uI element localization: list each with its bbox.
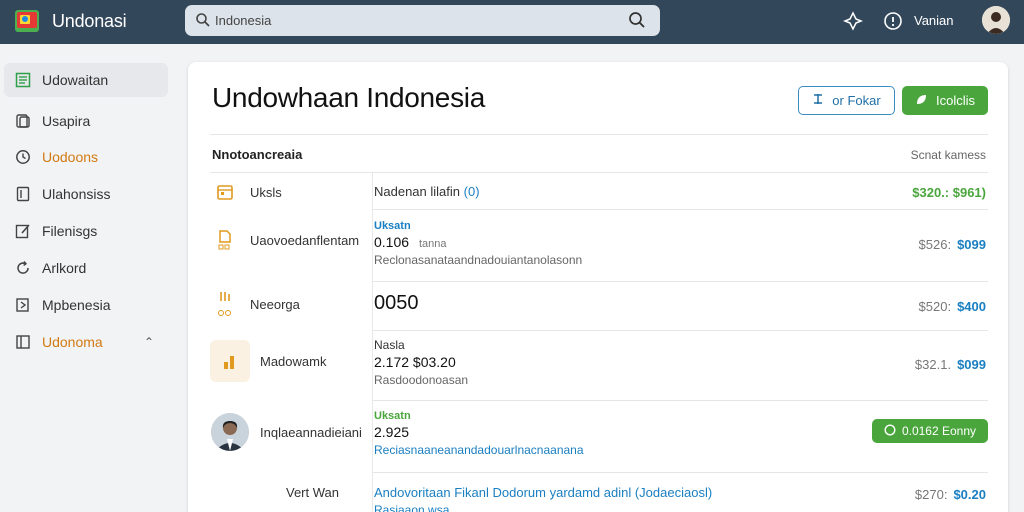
check-circle-icon — [884, 423, 896, 439]
search-input[interactable] — [215, 5, 615, 36]
filter-button[interactable]: or Fokar — [798, 86, 895, 115]
status-badge[interactable]: 0.0162 Eonny — [871, 419, 988, 443]
sidebar-item-ulahonsiss[interactable]: Ulahonsiss — [4, 177, 168, 211]
row-main: 0050 — [374, 292, 419, 314]
app-title: Undonasi — [52, 11, 127, 31]
bar-chart-icon — [210, 340, 250, 382]
leaf-icon — [915, 93, 928, 109]
row-name: Uksls — [250, 184, 282, 200]
divider — [372, 281, 988, 282]
row-price-old: $526: — [918, 237, 952, 252]
sidebar-item-uodoons[interactable]: Uodoons — [4, 140, 168, 174]
sidebar-item-label: Uodoons — [42, 149, 99, 165]
sidebar-item-udowaitan[interactable]: Udowaitan — [4, 63, 168, 97]
filter-icon — [812, 93, 824, 108]
user-name[interactable]: Vanian — [914, 13, 954, 28]
main-card: Undowhaan Indonesia or Fokar Icolclis Nn… — [188, 62, 1008, 512]
filter-button-label: or Fokar — [832, 93, 881, 108]
document-icon — [210, 229, 240, 251]
row-price-old: $270: — [914, 487, 948, 502]
refresh-icon — [14, 259, 32, 277]
sidebar-item-label: Usapira — [42, 113, 91, 129]
row-sub[interactable]: Rasiaaon wsa — [374, 503, 712, 512]
clock-icon — [14, 148, 32, 166]
sidebar: Udowaitan Usapira Uodoons Ulahonsiss Fil… — [0, 44, 178, 512]
row-price-old: $520: — [918, 299, 952, 314]
folder-icon — [14, 296, 32, 314]
row-name: Vert Wan — [286, 485, 339, 500]
section-title: Nnotoancreaia — [212, 147, 303, 162]
user-avatar[interactable] — [982, 6, 1010, 34]
row-price: $320.: $961) — [912, 185, 986, 200]
sidebar-item-filenisgs[interactable]: Filenisgs — [4, 214, 168, 248]
row-name: Neeorga — [250, 296, 300, 312]
search-bar[interactable] — [185, 5, 660, 36]
top-bar: Undonasi Vanian — [0, 0, 1024, 44]
row-sub: Rasdoodonoasan — [374, 373, 469, 387]
row-count: (0) — [463, 184, 480, 199]
row-main: 2.925 — [374, 424, 410, 440]
row-name: Madowamk — [260, 353, 327, 369]
file-icon — [210, 289, 240, 319]
tag-icon — [14, 112, 32, 130]
primary-action-label: Icolclis — [935, 93, 975, 108]
row-main: Nadenan lilafin — [374, 184, 461, 199]
row-price-new: $0.20 — [953, 487, 986, 502]
sidebar-item-label: Udonoma — [42, 334, 103, 350]
divider — [372, 209, 988, 210]
row-main[interactable]: Andovoritaan Fikanl Dodorum yardamd adin… — [374, 485, 712, 500]
row-price-new: $400 — [957, 299, 986, 314]
avatar — [210, 413, 250, 451]
settings-icon[interactable] — [842, 10, 864, 32]
row-tag: Uksatn — [374, 220, 411, 232]
row-note: tanna — [418, 238, 447, 250]
sidebar-item-label: Ulahonsiss — [42, 186, 111, 202]
column-divider — [372, 173, 373, 512]
divider — [210, 134, 988, 135]
status-badge-label: 0.0162 Eonny — [901, 424, 976, 438]
sidebar-item-label: Udowaitan — [42, 72, 109, 88]
row-sub: Reclonasanataandnadouiantanolasonn — [374, 253, 583, 267]
row-price-new: $099 — [957, 237, 986, 252]
divider — [372, 472, 988, 473]
row-main: 0.106 — [374, 234, 410, 250]
help-icon[interactable] — [882, 10, 904, 32]
plus-box-icon — [14, 333, 32, 351]
row-name: Uaovoedanflentam — [250, 232, 360, 248]
divider — [210, 172, 988, 173]
row-tag: Nasla — [374, 338, 405, 352]
list-icon — [14, 71, 32, 89]
sort-label[interactable]: Scnat kamess — [911, 148, 986, 162]
primary-action-button[interactable]: Icolclis — [902, 86, 988, 115]
edit-icon — [14, 222, 32, 240]
divider — [372, 400, 988, 401]
sidebar-item-usapira[interactable]: Usapira — [4, 104, 168, 138]
search-submit-icon[interactable] — [628, 11, 646, 34]
calendar-icon — [210, 183, 240, 201]
row-name: Inqlaeannadieiani — [260, 424, 362, 440]
chevron-up-icon[interactable]: ⌃ — [144, 335, 154, 349]
row-tag: Uksatn — [374, 410, 411, 422]
document-icon — [14, 185, 32, 203]
search-icon — [195, 12, 211, 33]
divider — [372, 330, 988, 331]
sidebar-item-udonoma[interactable]: Udonoma ⌃ — [4, 325, 168, 359]
sidebar-item-label: Filenisgs — [42, 223, 98, 239]
row-price-new: $099 — [957, 357, 986, 372]
row-price-old: $32.1. — [914, 357, 952, 372]
row-main: 2.172 $03.20 — [374, 354, 456, 370]
sidebar-item-label: Mpbenesia — [42, 297, 111, 313]
sidebar-item-label: Arlkord — [42, 260, 87, 276]
sidebar-item-mpbenesia[interactable]: Mpbenesia — [4, 288, 168, 322]
app-logo-icon[interactable] — [14, 9, 40, 33]
sidebar-item-arlkord[interactable]: Arlkord — [4, 251, 168, 285]
row-sub[interactable]: Reciasnaaneanandadouarlnacnaanana — [374, 443, 584, 457]
page-title: Undowhaan Indonesia — [212, 82, 485, 113]
